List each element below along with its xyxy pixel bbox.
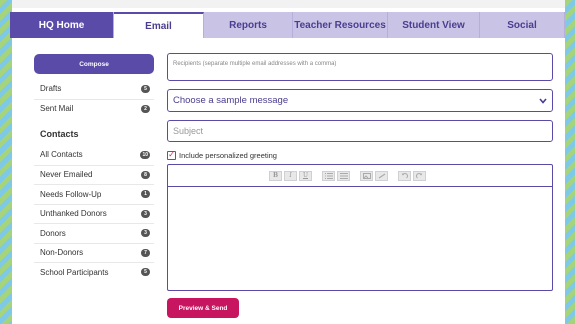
- sidebar-item-label: Non-Donors: [40, 248, 84, 258]
- count-badge: 5: [141, 268, 150, 277]
- recipients-placeholder: Recipients (separate multiple email addr…: [173, 61, 337, 67]
- numbered-list-icon[interactable]: [337, 170, 350, 181]
- sidebar-item-sent-mail[interactable]: Sent Mail 2: [34, 98, 154, 119]
- editor-toolbar: B I U: [168, 165, 552, 187]
- tab-social[interactable]: Social: [480, 12, 565, 38]
- greeting-label: Include personalized greeting: [179, 150, 277, 160]
- undo-icon[interactable]: [398, 170, 411, 181]
- bullet-list-icon[interactable]: [322, 170, 335, 181]
- chevron-down-icon: [539, 97, 547, 104]
- sidebar-item-label: Sent Mail: [40, 104, 74, 114]
- bold-button[interactable]: B: [269, 170, 282, 181]
- contacts-heading: Contacts: [40, 129, 79, 139]
- sidebar-item-school-participants[interactable]: School Participants 5: [34, 262, 154, 282]
- sidebar-item-drafts[interactable]: Drafts 5: [34, 79, 154, 99]
- count-badge: 3: [141, 209, 150, 218]
- tab-email[interactable]: Email: [114, 12, 204, 38]
- redo-icon[interactable]: [413, 170, 426, 181]
- count-badge: 1: [141, 190, 150, 199]
- greeting-option[interactable]: ✓ Include personalized greeting: [167, 149, 554, 161]
- sidebar-item-label: Needs Follow-Up: [40, 189, 102, 199]
- count-badge: 2: [141, 104, 150, 113]
- main-tabs: HQ Home Email Reports Teacher Resources …: [10, 12, 565, 38]
- sidebar-item-label: Donors: [40, 228, 66, 238]
- tab-reports[interactable]: Reports: [204, 12, 293, 38]
- italic-button[interactable]: I: [284, 170, 297, 181]
- count-badge: 7: [141, 248, 150, 257]
- recipients-input[interactable]: Recipients (separate multiple email addr…: [167, 53, 553, 81]
- sidebar-item-unthanked-donors[interactable]: Unthanked Donors 3: [34, 203, 154, 224]
- greeting-checkbox[interactable]: ✓: [167, 150, 176, 160]
- preview-send-button[interactable]: Preview & Send: [167, 298, 239, 318]
- underline-button[interactable]: U: [299, 170, 312, 181]
- link-icon[interactable]: [375, 170, 388, 181]
- sidebar-item-label: All Contacts: [40, 150, 83, 160]
- count-badge: 8: [141, 170, 150, 179]
- image-icon[interactable]: [360, 170, 373, 181]
- count-badge: 5: [141, 84, 150, 93]
- email-sidebar: Compose Drafts 5 Sent Mail 2 Contacts Al…: [34, 54, 154, 282]
- sidebar-item-label: Drafts: [40, 84, 62, 94]
- sidebar-item-label: Unthanked Donors: [40, 209, 107, 219]
- sidebar-item-donors[interactable]: Donors 3: [34, 223, 154, 243]
- tab-hq-home[interactable]: HQ Home: [10, 12, 114, 38]
- top-strip: [12, 0, 565, 8]
- sample-message-select[interactable]: Choose a sample message: [167, 89, 553, 112]
- message-editor[interactable]: B I U: [167, 164, 553, 291]
- sidebar-item-non-donors[interactable]: Non-Donors 7: [34, 242, 154, 263]
- sample-message-label: Choose a sample message: [173, 95, 289, 106]
- sidebar-item-never-emailed[interactable]: Never Emailed 8: [34, 164, 154, 185]
- sidebar-item-label: Never Emailed: [40, 170, 93, 180]
- count-badge: 10: [140, 150, 150, 159]
- count-badge: 3: [141, 229, 150, 238]
- tab-student-view[interactable]: Student View: [388, 12, 480, 38]
- tab-teacher-resources[interactable]: Teacher Resources: [293, 12, 388, 38]
- sidebar-item-needs-follow-up[interactable]: Needs Follow-Up 1: [34, 184, 154, 204]
- sidebar-item-all-contacts[interactable]: All Contacts 10: [34, 145, 154, 165]
- subject-input[interactable]: Subject: [167, 120, 553, 142]
- sidebar-item-label: School Participants: [40, 267, 109, 277]
- subject-placeholder: Subject: [173, 126, 204, 136]
- compose-button[interactable]: Compose: [34, 54, 154, 74]
- compose-form: Recipients (separate multiple email addr…: [167, 53, 554, 291]
